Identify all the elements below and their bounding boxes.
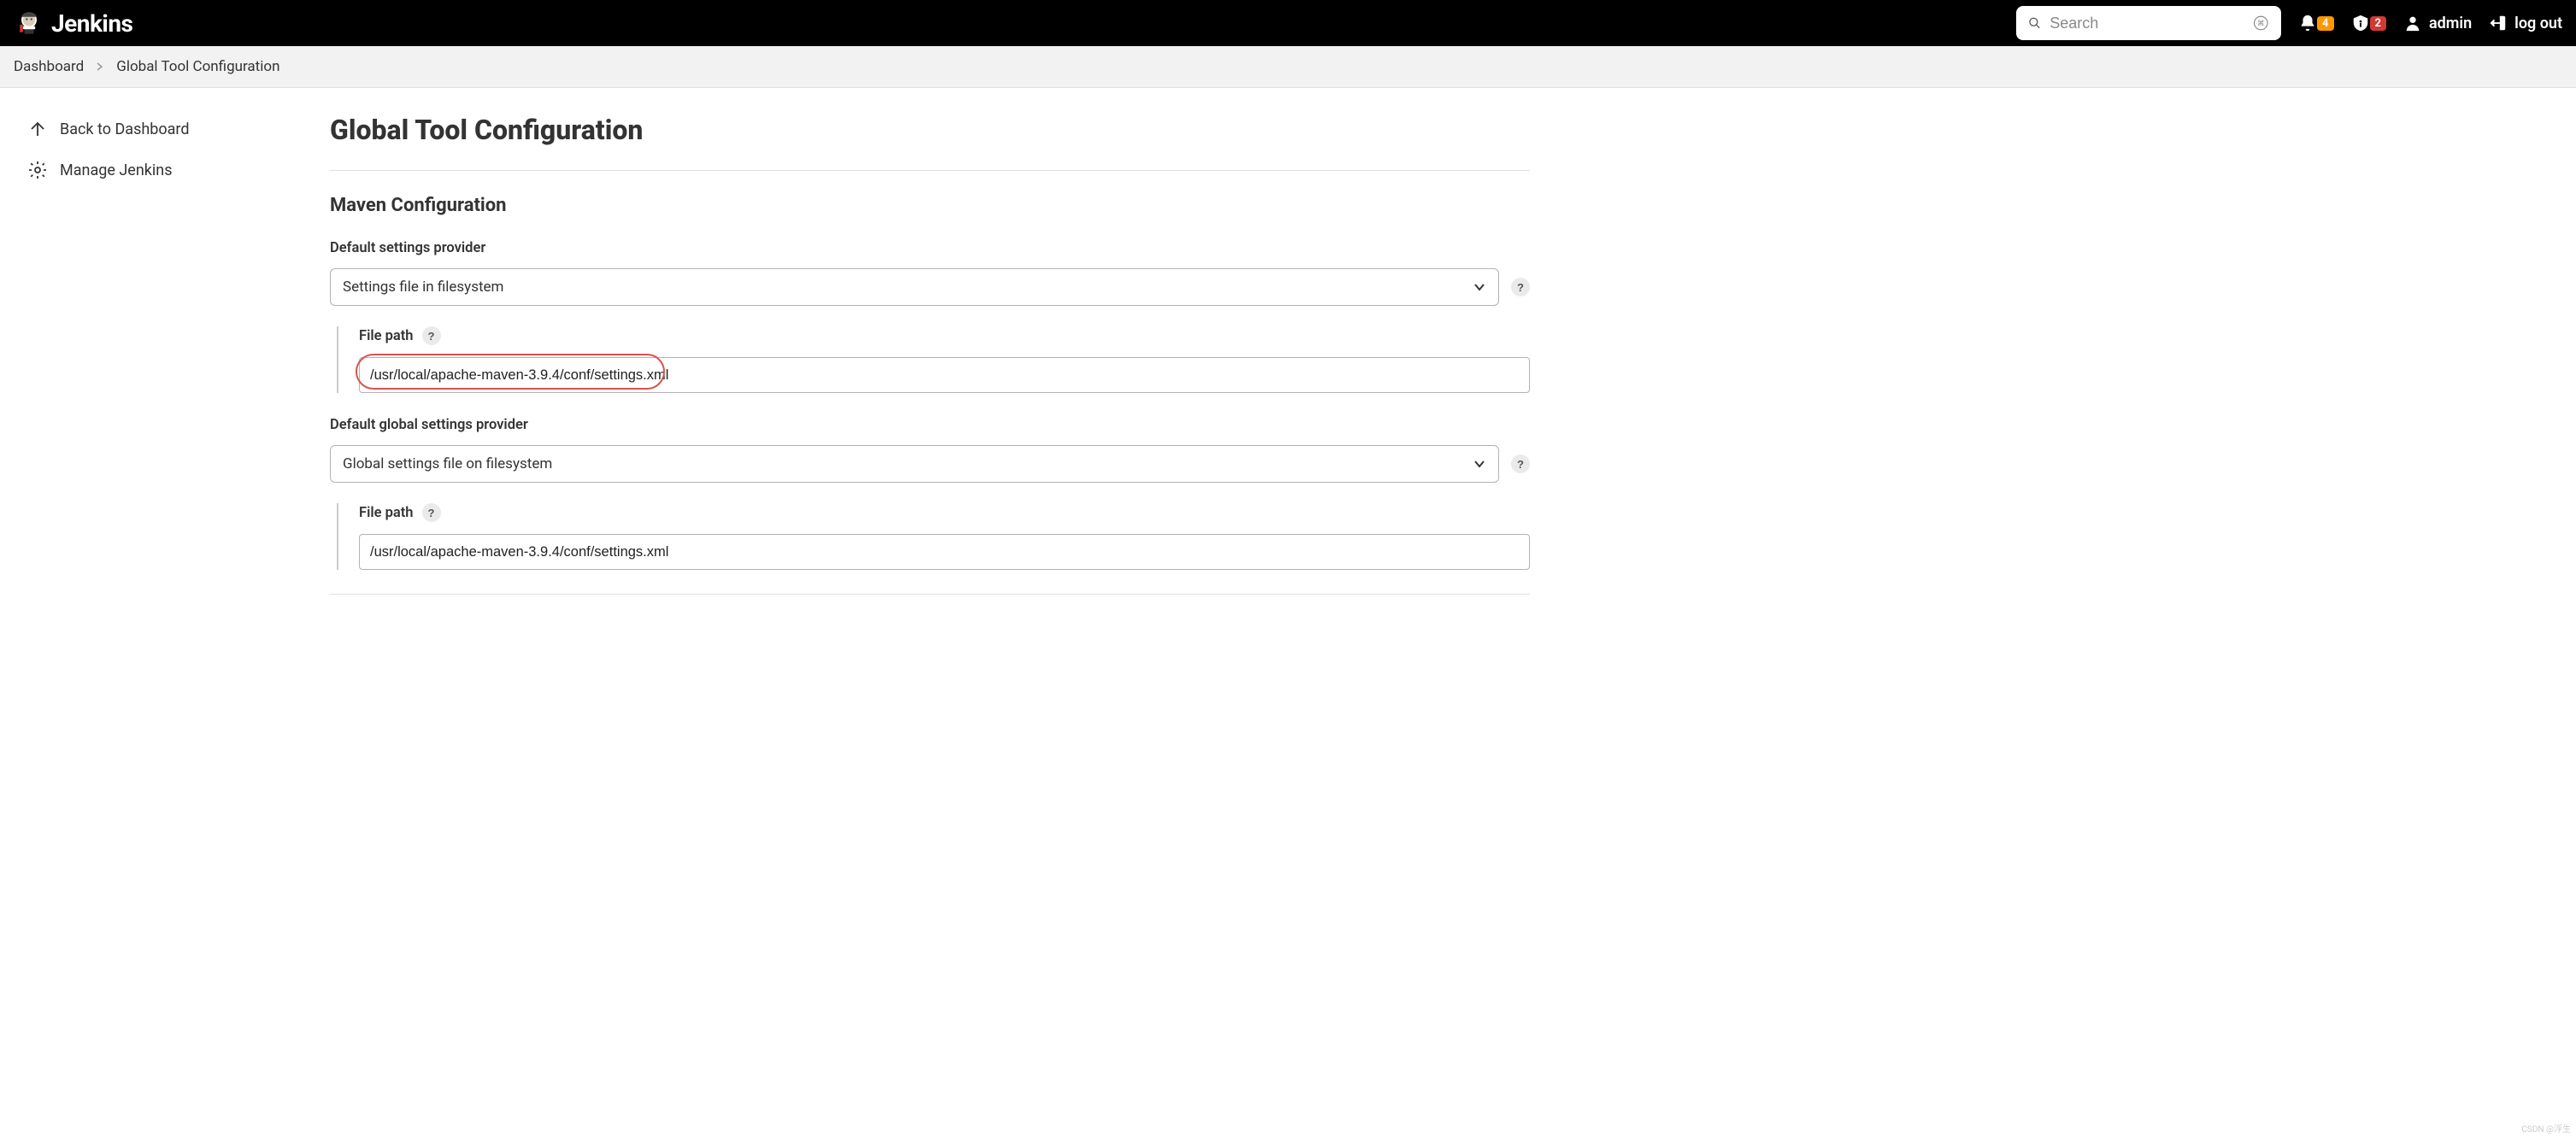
top-header: Jenkins ⌘ 4 2 [0,0,2576,46]
user-icon [2403,14,2422,32]
help-button-filepath-2[interactable]: ? [422,503,441,522]
chevron-down-icon [1473,457,1486,471]
breadcrumb-global-tool-config[interactable]: Global Tool Configuration [116,58,279,75]
page-layout: Back to Dashboard Manage Jenkins Global … [0,88,2576,653]
gear-icon [27,160,48,180]
help-button-filepath-1[interactable]: ? [422,326,441,345]
alerts-badge: 2 [2370,16,2386,31]
label-file-path-2: File path ? [359,503,1530,522]
help-button-default-settings[interactable]: ? [1511,278,1530,296]
user-menu[interactable]: admin [2403,14,2472,32]
logout-icon [2489,14,2508,32]
svg-text:⌘: ⌘ [2257,20,2265,28]
breadcrumb-dashboard[interactable]: Dashboard [14,58,84,75]
input-default-settings-filepath[interactable] [359,357,1530,393]
label-default-global-settings-provider: Default global settings provider [330,417,1530,433]
divider [330,594,1530,595]
label-default-settings-provider: Default settings provider [330,240,1530,256]
block-default-settings-filepath: File path ? [337,326,1530,393]
bell-icon [2298,14,2317,32]
header-left: Jenkins [14,8,132,38]
sidebar: Back to Dashboard Manage Jenkins [0,88,299,653]
highlighted-input-wrap [359,357,1530,393]
chevron-down-icon [1473,280,1486,294]
sidebar-item-manage-jenkins[interactable]: Manage Jenkins [14,150,299,191]
section-title-maven: Maven Configuration [330,195,1530,216]
block-default-global-settings-filepath: File path ? [337,503,1530,570]
select-default-global-settings-provider[interactable]: Global settings file on filesystem [330,445,1499,483]
row-default-global-settings-provider: Global settings file on filesystem ? [330,445,1530,483]
logout-label: log out [2514,15,2562,32]
row-default-settings-provider: Settings file in filesystem ? [330,268,1530,306]
keyboard-shortcut-icon: ⌘ [2253,14,2269,32]
search-icon [2028,15,2041,31]
user-name: admin [2429,15,2472,32]
jenkins-logo-icon[interactable] [14,8,44,38]
help-button-default-global-settings[interactable]: ? [1511,455,1530,473]
arrow-up-icon [27,119,48,139]
sidebar-item-label: Back to Dashboard [60,120,190,138]
select-default-settings-provider[interactable]: Settings file in filesystem [330,268,1499,306]
header-right: ⌘ 4 2 admin log out [2016,6,2562,40]
chevron-right-icon [96,62,104,71]
logout-button[interactable]: log out [2489,14,2562,32]
brand-name[interactable]: Jenkins [51,9,132,38]
input-default-global-settings-filepath[interactable] [359,534,1530,570]
page-title: Global Tool Configuration [330,114,1530,146]
notifications-badge: 4 [2317,16,2333,31]
label-file-path-1: File path ? [359,326,1530,345]
sidebar-item-back-to-dashboard[interactable]: Back to Dashboard [14,109,299,150]
breadcrumb-bar: Dashboard Global Tool Configuration [0,46,2576,88]
notifications-button[interactable]: 4 [2298,14,2333,32]
watermark: CSDN @浮生 [2521,1122,2571,1135]
select-value: Global settings file on filesystem [343,455,552,472]
select-value: Settings file in filesystem [343,279,503,296]
divider [330,170,1530,171]
search-box[interactable]: ⌘ [2016,6,2281,40]
breadcrumb: Dashboard Global Tool Configuration [14,58,2562,75]
main-content: Global Tool Configuration Maven Configur… [299,88,1581,653]
shield-icon [2351,14,2370,32]
alerts-button[interactable]: 2 [2351,14,2386,32]
sidebar-item-label: Manage Jenkins [60,161,173,179]
search-input[interactable] [2050,15,2253,32]
